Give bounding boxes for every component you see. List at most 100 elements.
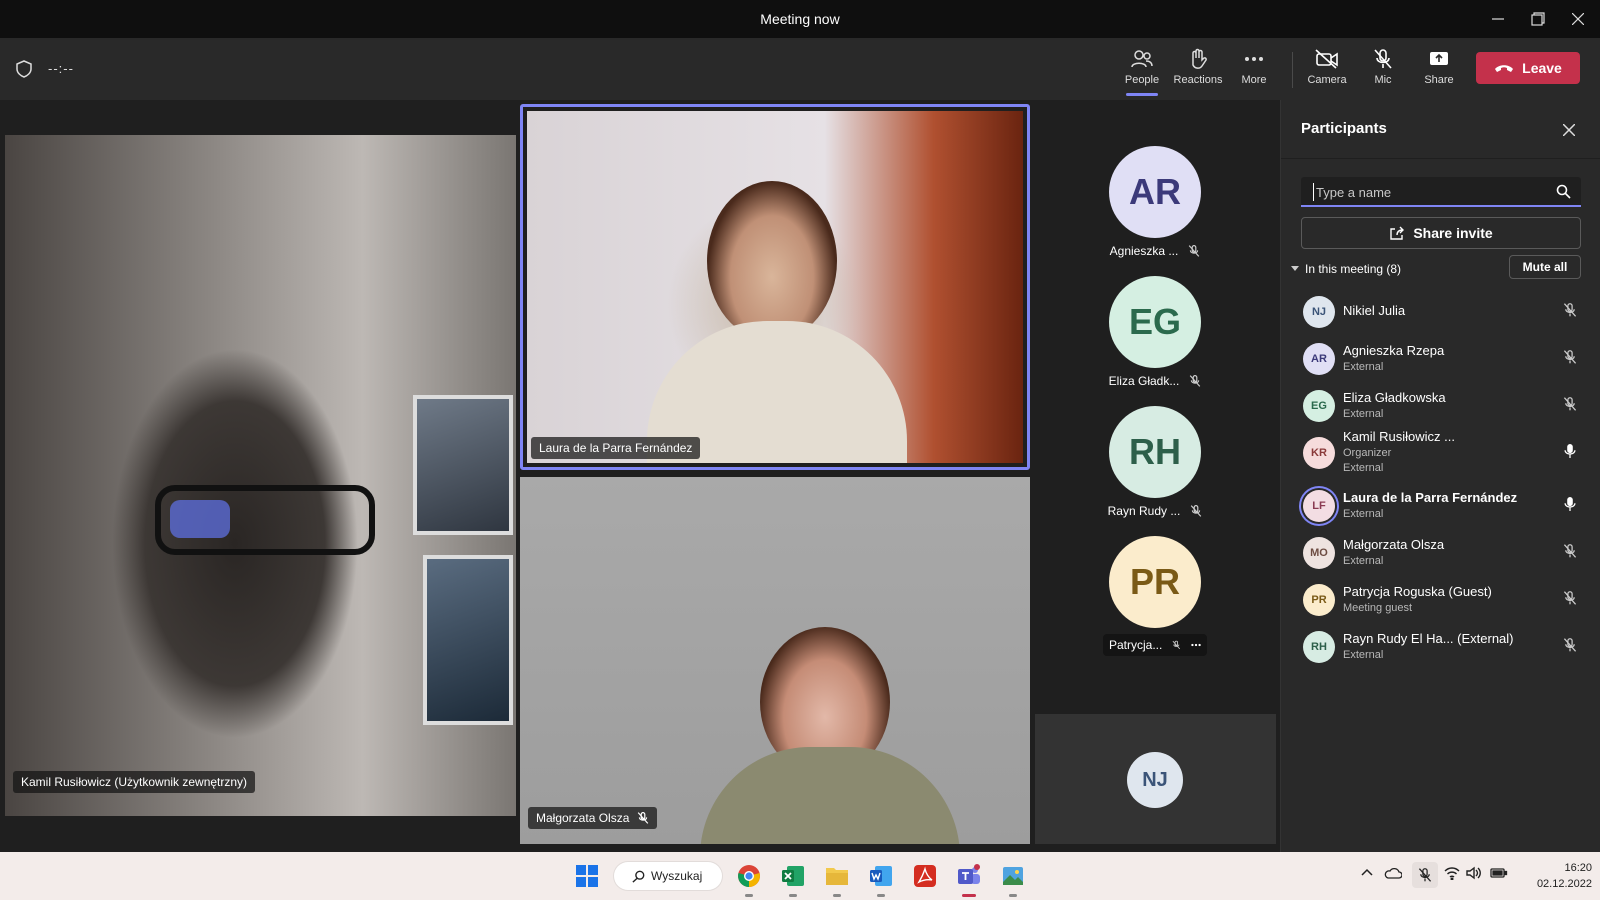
reactions-label: Reactions	[1173, 74, 1223, 86]
mic-off-icon[interactable]	[1563, 543, 1577, 564]
start-button[interactable]	[572, 861, 602, 891]
avatar-name: Eliza Gładk...	[1108, 374, 1180, 388]
avatar: NJ	[1127, 752, 1183, 808]
title-bar: Meeting now	[0, 0, 1600, 38]
participant-row[interactable]: NJ Nikiel Julia	[1281, 288, 1600, 335]
video-tile-malgorzata[interactable]: Małgorzata Olsza	[520, 477, 1030, 844]
more-icon	[1226, 46, 1282, 72]
camera-button[interactable]: Camera	[1299, 46, 1355, 94]
photos-app[interactable]	[998, 861, 1028, 897]
mic-off-icon[interactable]	[1563, 590, 1577, 611]
avatar: EG	[1303, 390, 1335, 422]
mic-off-icon[interactable]	[1563, 302, 1577, 323]
restore-button[interactable]	[1518, 0, 1558, 38]
acrobat-app[interactable]	[910, 861, 940, 891]
mic-button[interactable]: Mic	[1355, 46, 1411, 94]
video-tile-laura-active-speaker[interactable]: Laura de la Parra Fernández	[520, 104, 1030, 470]
participant-row[interactable]: KR Kamil Rusiłowicz ... Organizer External	[1281, 429, 1600, 482]
file-explorer-app[interactable]	[822, 861, 852, 897]
participants-panel: Participants Share invite In this meetin…	[1280, 100, 1600, 852]
chevron-up-icon[interactable]	[1360, 866, 1374, 885]
meeting-toolbar: --:-- People Reactions More Camera Mic S…	[0, 38, 1600, 100]
battery-icon[interactable]	[1490, 866, 1508, 885]
more-button[interactable]: More	[1226, 46, 1282, 94]
avatar-tile[interactable]: PR Patrycja...	[1090, 536, 1220, 656]
shield-icon[interactable]	[16, 60, 32, 83]
chrome-app[interactable]	[734, 861, 764, 897]
close-icon	[1572, 13, 1584, 25]
mic-off-icon[interactable]	[1563, 396, 1577, 417]
people-button[interactable]: People	[1114, 46, 1170, 96]
avatar-tile[interactable]: EG Eliza Gładk...	[1090, 276, 1220, 388]
mic-icon[interactable]	[1563, 443, 1577, 464]
clock-date: 02.12.2022	[1536, 878, 1592, 890]
teams-app[interactable]	[954, 861, 984, 897]
wifi-icon[interactable]	[1444, 866, 1460, 885]
windows-taskbar: Wyszukaj 16:20 02.12.2022	[0, 852, 1600, 900]
participant-name: Małgorzata Olsza	[1343, 537, 1445, 552]
minimize-icon	[1492, 18, 1504, 20]
minimize-button[interactable]	[1478, 0, 1518, 38]
search-icon[interactable]	[1556, 184, 1571, 204]
mic-off-icon[interactable]	[1563, 637, 1577, 658]
share-icon	[1390, 226, 1405, 240]
mic-icon[interactable]	[1563, 496, 1577, 517]
avatar: PR	[1303, 584, 1335, 616]
mic-off-icon[interactable]	[1412, 862, 1438, 888]
avatar-name: Agnieszka ...	[1109, 244, 1179, 258]
system-clock[interactable]: 16:20 02.12.2022	[1512, 860, 1592, 892]
participant-name: Rayn Rudy El Ha... (External)	[1343, 631, 1514, 646]
running-indicator	[789, 894, 797, 897]
mute-all-button[interactable]: Mute all	[1509, 255, 1581, 279]
participant-role: Meeting guest	[1343, 602, 1413, 614]
close-panel-button[interactable]	[1557, 118, 1581, 142]
mic-off-icon	[1191, 505, 1202, 517]
mic-off-icon	[1189, 245, 1200, 257]
mic-off-icon[interactable]	[1563, 349, 1577, 370]
participant-row[interactable]: LF Laura de la Parra Fernández External	[1281, 482, 1600, 529]
close-window-button[interactable]	[1558, 0, 1598, 38]
running-indicator	[962, 894, 976, 897]
video-tile-kamil[interactable]: Kamil Rusiłowicz (Użytkownik zewnętrzny)	[5, 135, 516, 816]
share-button[interactable]: Share	[1411, 46, 1467, 94]
restore-icon	[1531, 12, 1545, 26]
participant-name: Kamil Rusiłowicz ...	[1343, 429, 1455, 444]
leave-button[interactable]: Leave	[1476, 52, 1580, 84]
participant-role: External	[1343, 649, 1384, 661]
reactions-button[interactable]: Reactions	[1170, 46, 1226, 94]
participant-name: Nikiel Julia	[1343, 303, 1406, 318]
mic-label: Mic	[1374, 74, 1392, 86]
onedrive-icon[interactable]	[1384, 866, 1403, 885]
avatar-name-row: Eliza Gładk...	[1090, 374, 1220, 388]
chevron-down-icon	[1291, 266, 1299, 271]
participant-row[interactable]: RH Rayn Rudy El Ha... (External) External	[1281, 623, 1600, 670]
excel-app[interactable]	[778, 861, 808, 897]
more-icon[interactable]	[1191, 643, 1201, 647]
video-tile-nikiel[interactable]: NJ	[1035, 714, 1276, 844]
taskbar-search[interactable]: Wyszukaj	[614, 862, 722, 890]
divider	[1281, 158, 1600, 159]
avatar-tile[interactable]: AR Agnieszka ...	[1090, 146, 1220, 258]
participant-name-tag: Laura de la Parra Fernández	[531, 437, 701, 459]
participant-name: Eliza Gładkowska	[1343, 390, 1446, 405]
participant-row[interactable]: PR Patrycja Roguska (Guest) Meeting guest	[1281, 576, 1600, 623]
search-input[interactable]	[1313, 183, 1543, 201]
word-app[interactable]	[866, 861, 896, 897]
screen-glare	[170, 500, 230, 538]
avatar: RH	[1109, 406, 1201, 498]
share-invite-button[interactable]: Share invite	[1301, 217, 1581, 249]
participant-role: External	[1343, 508, 1384, 520]
participant-row[interactable]: EG Eliza Gładkowska External	[1281, 382, 1600, 429]
avatar: AR	[1303, 343, 1335, 375]
leave-label: Leave	[1522, 60, 1562, 76]
participant-row[interactable]: MO Małgorzata Olsza External	[1281, 529, 1600, 576]
in-meeting-section-toggle[interactable]: In this meeting (8)	[1291, 262, 1401, 276]
avatar-tile[interactable]: RH Rayn Rudy ...	[1090, 406, 1220, 518]
avatar-name-row: Patrycja...	[1103, 634, 1207, 656]
avatar: LF	[1303, 490, 1335, 522]
word-icon	[870, 866, 892, 886]
participant-search[interactable]	[1301, 177, 1581, 207]
participant-row[interactable]: AR Agnieszka Rzepa External	[1281, 335, 1600, 382]
taskbar-search-label: Wyszukaj	[651, 869, 703, 883]
volume-icon[interactable]	[1466, 866, 1482, 885]
